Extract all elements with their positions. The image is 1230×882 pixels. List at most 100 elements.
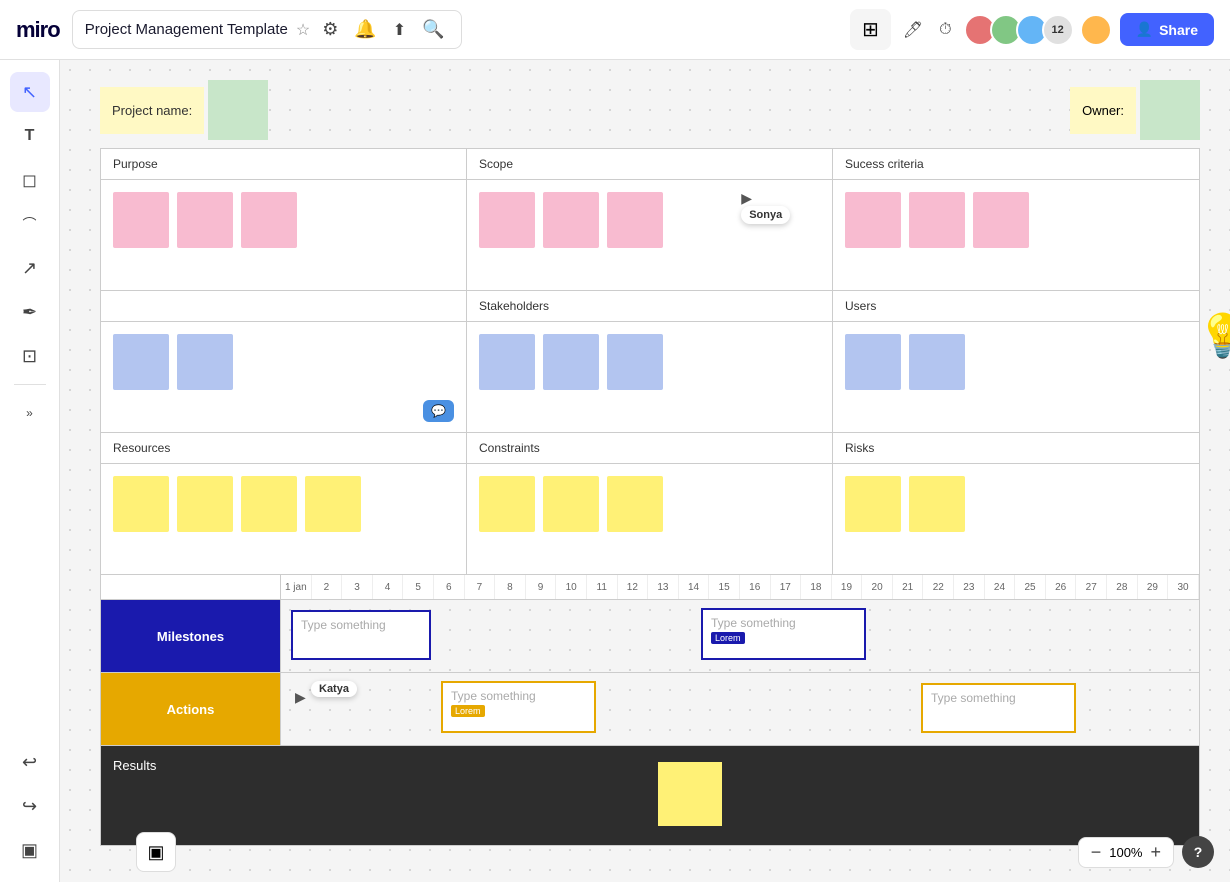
sticky-note[interactable] bbox=[909, 334, 965, 390]
sticky-note[interactable] bbox=[241, 192, 297, 248]
sidebar-tool-select[interactable]: ↖ bbox=[10, 72, 50, 112]
sticky-note[interactable] bbox=[543, 476, 599, 532]
sticky-note[interactable] bbox=[909, 192, 965, 248]
sticky-note[interactable] bbox=[113, 192, 169, 248]
scope-header: Scope bbox=[467, 149, 833, 179]
date-cell: 1 jan bbox=[281, 575, 312, 599]
sidebar-tool-shapes[interactable]: ⌒ bbox=[10, 204, 50, 244]
canvas[interactable]: Project name: 💬 3 Owner: Purpose Scope bbox=[60, 60, 1230, 882]
sticky-note[interactable] bbox=[479, 476, 535, 532]
milestone-input-1-text: Type something bbox=[301, 618, 386, 632]
sidebar-tool-pen[interactable]: ✒ bbox=[10, 292, 50, 332]
date-cell: 5 bbox=[403, 575, 434, 599]
header-right: ⊞ 🖊 ⏱ 12 👤 Share bbox=[850, 9, 1214, 50]
sticky-note[interactable] bbox=[973, 192, 1029, 248]
sticky-note[interactable] bbox=[543, 192, 599, 248]
milestone-input-2[interactable]: Type something Lorem bbox=[701, 608, 866, 660]
sidebar-tool-frame[interactable]: ⊡ bbox=[10, 336, 50, 376]
star-icon[interactable]: ☆ bbox=[296, 20, 310, 40]
sticky-note[interactable] bbox=[241, 476, 297, 532]
action-input-1-text: Type something bbox=[451, 689, 586, 703]
redo-button[interactable]: ↪ bbox=[10, 786, 50, 826]
date-cell: 24 bbox=[985, 575, 1016, 599]
grid-content-row-1: ▶ Sonya bbox=[101, 180, 1199, 291]
undo-button[interactable]: ↩ bbox=[10, 742, 50, 782]
owner-sticky bbox=[1140, 80, 1200, 140]
actions-label: Actions bbox=[101, 673, 281, 745]
sidebar-tool-text[interactable]: T bbox=[10, 116, 50, 156]
sticky-note[interactable] bbox=[113, 476, 169, 532]
date-cell: 23 bbox=[954, 575, 985, 599]
user-bubble-katya: Katya bbox=[311, 681, 357, 697]
sticky-note[interactable] bbox=[543, 334, 599, 390]
date-cell: 7 bbox=[465, 575, 496, 599]
timeline-label-empty bbox=[101, 575, 281, 599]
grid-content-row-2: 💬 💡 bbox=[101, 322, 1199, 433]
sticky-note[interactable] bbox=[177, 476, 233, 532]
zoom-controls: − 100% + bbox=[1078, 837, 1174, 868]
success-cell bbox=[833, 180, 1199, 290]
sticky-note[interactable] bbox=[113, 334, 169, 390]
date-cell: 30 bbox=[1168, 575, 1199, 599]
action-input-1[interactable]: Type something Lorem bbox=[441, 681, 596, 733]
sticky-note[interactable] bbox=[479, 192, 535, 248]
sticky-note[interactable] bbox=[177, 192, 233, 248]
bell-icon[interactable]: 🔔 bbox=[350, 15, 380, 44]
purpose-header: Purpose bbox=[101, 149, 467, 179]
date-cell: 20 bbox=[862, 575, 893, 599]
sticky-note[interactable] bbox=[607, 192, 663, 248]
header: miro Project Management Template ☆ ⚙ 🔔 ⬆… bbox=[0, 0, 1230, 60]
main-grid: Purpose Scope Sucess criteria ▶ bbox=[100, 148, 1200, 575]
sticky-note[interactable] bbox=[177, 334, 233, 390]
apps-button[interactable]: ⊞ bbox=[850, 9, 891, 50]
sidebar-bottom: ↩ ↪ ▣ bbox=[10, 742, 50, 870]
zoom-out-button[interactable]: − bbox=[1091, 842, 1102, 863]
panel-toggle-sidebar[interactable]: ▣ bbox=[10, 830, 50, 870]
date-cell: 29 bbox=[1138, 575, 1169, 599]
panel-toggle-button[interactable]: ▣ bbox=[136, 832, 176, 872]
timer-icon[interactable]: ⏱ bbox=[935, 17, 955, 43]
users-cell: 💡 bbox=[833, 322, 1199, 432]
owner-box: Owner: bbox=[1070, 80, 1200, 140]
annotate-icon[interactable]: 🖊 bbox=[899, 16, 927, 44]
share-button[interactable]: 👤 Share bbox=[1120, 13, 1214, 46]
results-sticky[interactable] bbox=[658, 762, 722, 826]
milestones-row: Milestones Type something Type something… bbox=[100, 600, 1200, 673]
avatar-4[interactable] bbox=[1080, 14, 1112, 46]
timeline-dates: 1 jan23456789101112131415161718192021222… bbox=[281, 575, 1199, 599]
sticky-note[interactable] bbox=[607, 334, 663, 390]
avatar-count[interactable]: 12 bbox=[1042, 14, 1074, 46]
actions-content: ▶ Katya Type something Lorem Type someth… bbox=[281, 673, 1199, 745]
sticky-note[interactable] bbox=[305, 476, 361, 532]
grid-header-row-2: Stakeholders Users bbox=[101, 291, 1199, 322]
sticky-note[interactable] bbox=[845, 192, 901, 248]
sticky-note[interactable] bbox=[607, 476, 663, 532]
sticky-note[interactable] bbox=[845, 476, 901, 532]
stakeholders-header: Stakeholders bbox=[467, 291, 833, 321]
upload-icon[interactable]: ⬆ bbox=[389, 16, 410, 44]
action-input-2[interactable]: Type something bbox=[921, 683, 1076, 733]
risks-cell bbox=[833, 464, 1199, 574]
help-button[interactable]: ? bbox=[1182, 836, 1214, 868]
sidebar-tool-arrow[interactable]: ↗ bbox=[10, 248, 50, 288]
sticky-note[interactable] bbox=[909, 476, 965, 532]
sidebar-tool-sticky[interactable]: ◻ bbox=[10, 160, 50, 200]
date-cell: 27 bbox=[1076, 575, 1107, 599]
avatar-group: 12 bbox=[964, 14, 1112, 46]
share-icon: 👤 bbox=[1136, 21, 1153, 38]
header-center: Project Management Template ☆ ⚙ 🔔 ⬆ 🔍 bbox=[72, 10, 462, 49]
comment-bubble[interactable]: 💬 bbox=[423, 402, 454, 420]
owner-label: Owner: bbox=[1070, 87, 1136, 134]
milestone-input-1[interactable]: Type something bbox=[291, 610, 431, 660]
settings-icon[interactable]: ⚙ bbox=[318, 15, 342, 44]
sidebar-tool-more[interactable]: » bbox=[10, 393, 50, 433]
search-icon[interactable]: 🔍 bbox=[418, 15, 448, 44]
milestone-input-2-text: Type something bbox=[711, 616, 856, 630]
grid-content-row-3 bbox=[101, 464, 1199, 574]
sticky-note[interactable] bbox=[845, 334, 901, 390]
date-cell: 19 bbox=[832, 575, 863, 599]
zoom-in-button[interactable]: + bbox=[1150, 842, 1161, 863]
board: Project name: 💬 3 Owner: Purpose Scope bbox=[100, 80, 1200, 846]
sticky-note[interactable] bbox=[479, 334, 535, 390]
cursor-sonya: ▶ Sonya bbox=[741, 190, 752, 208]
